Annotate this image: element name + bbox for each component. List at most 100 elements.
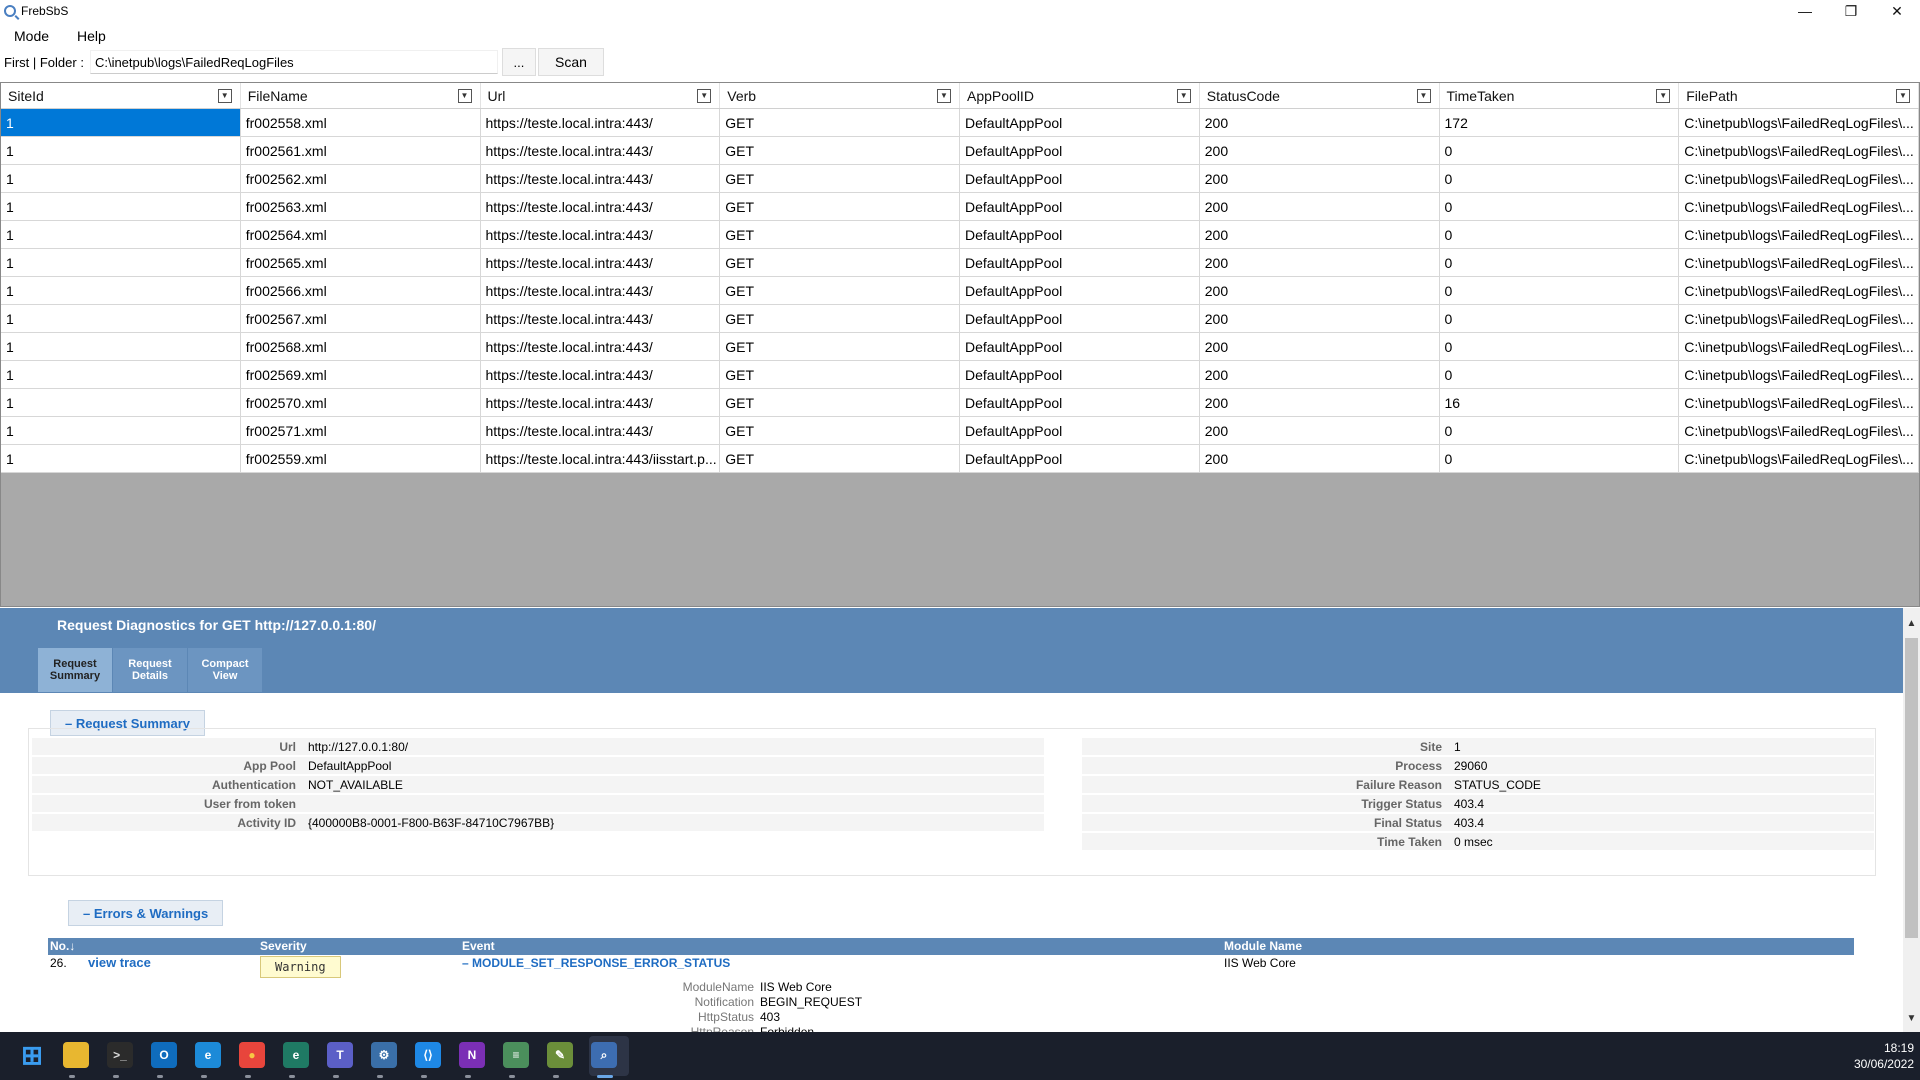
browse-button[interactable]: ... (501, 48, 536, 76)
filter-dropdown-icon[interactable]: ▼ (457, 89, 472, 103)
cell-verb[interactable]: GET (720, 445, 960, 472)
cell-verb[interactable]: GET (720, 109, 960, 136)
cell-url[interactable]: https://teste.local.intra:443/ (481, 221, 721, 248)
menu-help[interactable]: Help (63, 28, 120, 44)
column-header-filepath[interactable]: FilePath ▼ (1679, 83, 1919, 108)
cell-filename[interactable]: fr002558.xml (241, 109, 481, 136)
cell-filepath[interactable]: C:\inetpub\logs\FailedReqLogFiles\... (1679, 109, 1919, 136)
cell-apppoolid[interactable]: DefaultAppPool (960, 109, 1200, 136)
table-row[interactable]: 1 fr002570.xml https://teste.local.intra:4… (1, 389, 1919, 417)
table-row[interactable]: 1 fr002563.xml https://teste.local.intra:4… (1, 193, 1919, 221)
cell-url[interactable]: https://teste.local.intra:443/ (481, 137, 721, 164)
file-explorer-icon[interactable] (63, 1042, 89, 1068)
cell-filepath[interactable]: C:\inetpub\logs\FailedReqLogFiles\... (1679, 137, 1919, 164)
cell-statuscode[interactable]: 200 (1200, 361, 1440, 388)
cell-url[interactable]: https://teste.local.intra:443/ (481, 193, 721, 220)
cell-filepath[interactable]: C:\inetpub\logs\FailedReqLogFiles\... (1679, 333, 1919, 360)
cell-verb[interactable]: GET (720, 249, 960, 276)
cell-siteid[interactable]: 1 (1, 193, 241, 220)
cell-filepath[interactable]: C:\inetpub\logs\FailedReqLogFiles\... (1679, 389, 1919, 416)
cell-filename[interactable]: fr002565.xml (241, 249, 481, 276)
column-header-url[interactable]: Url ▼ (481, 83, 721, 108)
cell-url[interactable]: https://teste.local.intra:443/ (481, 109, 721, 136)
windows-start-icon[interactable]: ⊞ (19, 1040, 45, 1070)
chrome-icon[interactable]: ● (239, 1042, 265, 1068)
folder-path-input[interactable] (89, 50, 498, 74)
cell-apppoolid[interactable]: DefaultAppPool (960, 165, 1200, 192)
cell-url[interactable]: https://teste.local.intra:443/ (481, 249, 721, 276)
cell-timetaken[interactable]: 0 (1440, 445, 1680, 472)
cell-filename[interactable]: fr002561.xml (241, 137, 481, 164)
table-row[interactable]: 1 fr002566.xml https://teste.local.intra:4… (1, 277, 1919, 305)
cell-url[interactable]: https://teste.local.intra:443/ (481, 165, 721, 192)
cell-apppoolid[interactable]: DefaultAppPool (960, 221, 1200, 248)
scroll-down-icon[interactable]: ▼ (1903, 1013, 1920, 1030)
filter-dropdown-icon[interactable]: ▼ (1656, 89, 1671, 103)
table-row[interactable]: 1 fr002561.xml https://teste.local.intra:4… (1, 137, 1919, 165)
cell-verb[interactable]: GET (720, 305, 960, 332)
cell-timetaken[interactable]: 172 (1440, 109, 1680, 136)
cell-siteid[interactable]: 1 (1, 389, 241, 416)
tab-request-details[interactable]: Request Details (113, 648, 187, 692)
scan-button[interactable]: Scan (537, 48, 604, 76)
frebsbs-icon[interactable]: ⌕ (591, 1042, 617, 1068)
cell-apppoolid[interactable]: DefaultAppPool (960, 361, 1200, 388)
errors-warnings-toggle[interactable]: – Errors & Warnings (68, 900, 224, 926)
terminal-icon[interactable]: >_ (107, 1042, 133, 1068)
cell-verb[interactable]: GET (720, 221, 960, 248)
cell-url[interactable]: https://teste.local.intra:443/ (481, 333, 721, 360)
col-no[interactable]: No.↓ (50, 939, 75, 953)
cell-timetaken[interactable]: 0 (1440, 333, 1680, 360)
vscode-icon[interactable]: ⟨⟩ (415, 1042, 441, 1068)
cell-statuscode[interactable]: 200 (1200, 305, 1440, 332)
cell-apppoolid[interactable]: DefaultAppPool (960, 249, 1200, 276)
cell-filepath[interactable]: C:\inetpub\logs\FailedReqLogFiles\... (1679, 165, 1919, 192)
table-row[interactable]: 1 fr002571.xml https://teste.local.intra:4… (1, 417, 1919, 445)
table-row[interactable]: 1 fr002562.xml https://teste.local.intra:4… (1, 165, 1919, 193)
tools-icon[interactable]: ✎ (547, 1042, 573, 1068)
scroll-thumb[interactable] (1905, 638, 1918, 938)
cell-filepath[interactable]: C:\inetpub\logs\FailedReqLogFiles\... (1679, 249, 1919, 276)
cell-apppoolid[interactable]: DefaultAppPool (960, 445, 1200, 472)
cell-apppoolid[interactable]: DefaultAppPool (960, 193, 1200, 220)
cell-filename[interactable]: fr002559.xml (241, 445, 481, 472)
cell-verb[interactable]: GET (720, 417, 960, 444)
cell-verb[interactable]: GET (720, 389, 960, 416)
cell-siteid[interactable]: 1 (1, 417, 241, 444)
system-clock[interactable]: 18:19 30/06/2022 (1854, 1040, 1914, 1072)
cell-timetaken[interactable]: 16 (1440, 389, 1680, 416)
cell-siteid[interactable]: 1 (1, 361, 241, 388)
column-header-filename[interactable]: FileName ▼ (241, 83, 481, 108)
cell-statuscode[interactable]: 200 (1200, 193, 1440, 220)
close-button[interactable]: ✕ (1874, 0, 1920, 22)
cell-timetaken[interactable]: 0 (1440, 277, 1680, 304)
cell-statuscode[interactable]: 200 (1200, 333, 1440, 360)
diagnostics-scrollbar[interactable]: ▲ ▼ (1903, 608, 1920, 1032)
teams-icon[interactable]: T (327, 1042, 353, 1068)
filter-dropdown-icon[interactable]: ▼ (1896, 89, 1910, 103)
cell-url[interactable]: https://teste.local.intra:443/ (481, 277, 721, 304)
cell-verb[interactable]: GET (720, 137, 960, 164)
cell-siteid[interactable]: 1 (1, 445, 241, 472)
cell-statuscode[interactable]: 200 (1200, 221, 1440, 248)
cell-siteid[interactable]: 1 (1, 333, 241, 360)
tab-compact-view[interactable]: Compact View (188, 648, 262, 692)
filter-dropdown-icon[interactable]: ▼ (1416, 89, 1431, 103)
cell-url[interactable]: https://teste.local.intra:443/iisstart.p… (481, 445, 721, 472)
cell-timetaken[interactable]: 0 (1440, 417, 1680, 444)
cell-siteid[interactable]: 1 (1, 221, 241, 248)
column-header-statuscode[interactable]: StatusCode ▼ (1200, 83, 1440, 108)
cell-timetaken[interactable]: 0 (1440, 165, 1680, 192)
settings-icon[interactable]: ⚙ (371, 1042, 397, 1068)
cell-verb[interactable]: GET (720, 333, 960, 360)
cell-verb[interactable]: GET (720, 277, 960, 304)
event-expand-link[interactable]: – MODULE_SET_RESPONSE_ERROR_STATUS (462, 956, 730, 970)
cell-siteid[interactable]: 1 (1, 249, 241, 276)
column-header-siteid[interactable]: SiteId ▼ (1, 83, 241, 108)
cell-filename[interactable]: fr002568.xml (241, 333, 481, 360)
cell-filepath[interactable]: C:\inetpub\logs\FailedReqLogFiles\... (1679, 417, 1919, 444)
cell-url[interactable]: https://teste.local.intra:443/ (481, 305, 721, 332)
cell-statuscode[interactable]: 200 (1200, 137, 1440, 164)
cell-timetaken[interactable]: 0 (1440, 305, 1680, 332)
cell-apppoolid[interactable]: DefaultAppPool (960, 277, 1200, 304)
